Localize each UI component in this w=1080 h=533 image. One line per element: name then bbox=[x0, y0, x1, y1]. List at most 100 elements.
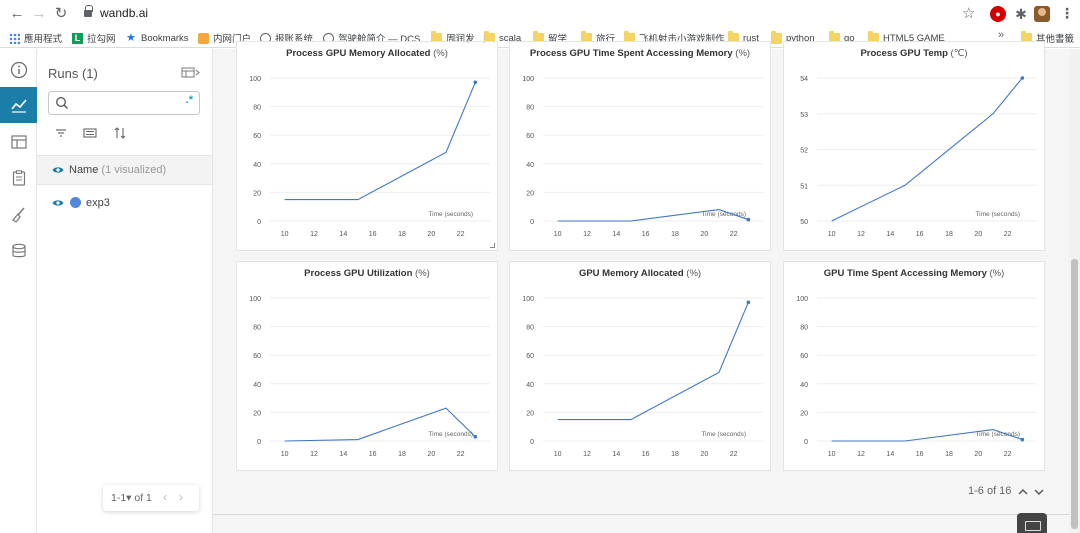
line-chart: 02040608010010 12 14 16 18 20 22Time (seconds) bbox=[249, 296, 490, 458]
series-end-point bbox=[1020, 437, 1025, 442]
x-tick-label: 14 bbox=[339, 451, 347, 458]
x-tick-label: 10 bbox=[554, 451, 562, 458]
profile-avatar[interactable] bbox=[1034, 6, 1050, 22]
runs-page-select[interactable]: 1-1▾ of 1 bbox=[111, 492, 152, 504]
chart-panel[interactable]: Process GPU Time Spent Accessing Memory … bbox=[509, 41, 771, 251]
overview-nav[interactable] bbox=[0, 52, 37, 88]
filter-icon[interactable] bbox=[54, 126, 68, 140]
run-search-box: .* bbox=[48, 91, 200, 115]
y-tick-label: 60 bbox=[253, 353, 261, 360]
x-tick-label: 10 bbox=[828, 231, 836, 238]
line-chart: 02040608010010 12 14 16 18 20 22Time (seconds) bbox=[796, 296, 1037, 458]
orange-site-icon bbox=[198, 32, 209, 44]
series-end-point bbox=[473, 80, 478, 85]
x-tick-label: 12 bbox=[857, 451, 865, 458]
series-line bbox=[284, 82, 476, 201]
url-text: wandb.ai bbox=[100, 6, 149, 20]
x-tick-label: 16 bbox=[369, 451, 377, 458]
address-bar[interactable]: wandb.ai ☆ bbox=[76, 3, 986, 25]
table-toggle-icon[interactable] bbox=[181, 67, 201, 79]
y-tick-label: 0 bbox=[530, 219, 534, 226]
sort-icon[interactable] bbox=[113, 126, 127, 140]
bookmark-lagou[interactable]: L 拉勾网 bbox=[72, 31, 116, 45]
name-header-text: Name bbox=[69, 164, 99, 176]
bookmark-apps[interactable]: 應用程式 bbox=[9, 31, 62, 45]
y-tick-label: 20 bbox=[800, 410, 808, 417]
y-tick-label: 53 bbox=[800, 112, 808, 119]
runs-next-page-button[interactable]: › bbox=[179, 490, 183, 504]
x-tick-label: 16 bbox=[916, 231, 924, 238]
bookmark-star-icon[interactable]: ☆ bbox=[962, 4, 975, 22]
panel-resize-handle[interactable] bbox=[490, 243, 495, 248]
chart-panel[interactable]: GPU Time Spent Accessing Memory (%) 0 20 4… bbox=[783, 261, 1045, 471]
group-icon[interactable] bbox=[83, 126, 97, 140]
runs-prev-page-button[interactable]: ‹ bbox=[163, 490, 167, 504]
y-tick-label: 100 bbox=[249, 296, 261, 303]
regex-toggle[interactable]: .* bbox=[186, 94, 193, 106]
run-row[interactable]: exp3 bbox=[37, 191, 212, 215]
runs-title: Runs (1) bbox=[48, 66, 98, 81]
y-tick-label: 80 bbox=[253, 105, 261, 112]
line-chart-icon bbox=[10, 99, 27, 113]
y-tick-label: 80 bbox=[526, 325, 534, 332]
chart-panel[interactable]: GPU Memory Allocated (%) 0 20 40 60 80 100 10 1… bbox=[509, 261, 771, 471]
x-tick-label: 22 bbox=[730, 231, 738, 238]
x-tick-label: 22 bbox=[1004, 231, 1012, 238]
x-tick-label: 20 bbox=[700, 231, 708, 238]
artifacts-nav[interactable] bbox=[0, 233, 37, 269]
runs-panel: Runs (1) .* Name (1 visualized) exp3 1-1… bbox=[37, 49, 213, 533]
y-tick-label: 40 bbox=[526, 382, 534, 389]
x-tick-label: 18 bbox=[398, 231, 406, 238]
line-chart: 02040608010010 12 14 16 18 20 22Time (seconds) bbox=[249, 76, 490, 238]
y-tick-label: 54 bbox=[800, 76, 808, 83]
x-tick-label: 16 bbox=[642, 231, 650, 238]
y-tick-label: 80 bbox=[526, 105, 534, 112]
x-tick-label: 14 bbox=[339, 231, 347, 238]
database-icon bbox=[11, 243, 26, 258]
y-tick-label: 20 bbox=[526, 410, 534, 417]
reload-button[interactable]: ↻ bbox=[52, 5, 70, 23]
run-color-dot[interactable] bbox=[70, 197, 81, 208]
name-header-label: Name (1 visualized) bbox=[69, 164, 166, 176]
browser-menu-icon[interactable]: ⋮ bbox=[1060, 5, 1074, 22]
y-tick-label: 20 bbox=[253, 410, 261, 417]
lock-icon bbox=[84, 5, 93, 18]
sweeps-nav[interactable] bbox=[0, 197, 37, 233]
x-tick-label: 20 bbox=[700, 451, 708, 458]
x-axis-label: Time (seconds) bbox=[428, 431, 473, 438]
chevron-up-icon[interactable] bbox=[1018, 487, 1028, 497]
y-tick-label: 40 bbox=[253, 162, 261, 169]
info-icon bbox=[10, 61, 27, 79]
chart-panel[interactable]: Process GPU Utilization (%) 0 20 40 60 80 100… bbox=[236, 261, 498, 471]
y-tick-label: 60 bbox=[253, 133, 261, 140]
chart-panel[interactable]: Process GPU Temp (℃) 50 51 52 53 54 10 12 14 16 1… bbox=[783, 41, 1045, 251]
bookmarks-overflow-button[interactable]: » bbox=[998, 29, 1004, 41]
back-button[interactable]: ← bbox=[8, 5, 26, 23]
forward-button[interactable]: → bbox=[30, 5, 48, 23]
adblock-extension-icon[interactable]: ● bbox=[990, 6, 1006, 22]
bookmark-label: 應用程式 bbox=[24, 34, 63, 45]
y-tick-label: 80 bbox=[800, 325, 808, 332]
clipboard-icon bbox=[12, 170, 25, 186]
table-nav[interactable] bbox=[0, 124, 37, 160]
chevron-down-icon[interactable] bbox=[1034, 487, 1044, 497]
charts-nav[interactable] bbox=[0, 87, 37, 123]
eye-icon[interactable] bbox=[52, 166, 64, 174]
name-column-header[interactable]: Name (1 visualized) bbox=[37, 155, 212, 185]
reports-nav[interactable] bbox=[0, 160, 37, 196]
bookmark-label: Bookmarks bbox=[141, 32, 189, 44]
series-end-point bbox=[473, 434, 478, 439]
chat-widget-button[interactable] bbox=[1017, 513, 1047, 533]
eye-icon[interactable] bbox=[52, 199, 64, 207]
series-end-point bbox=[746, 217, 751, 222]
table-icon bbox=[10, 135, 27, 149]
bookmark-bookmarks[interactable]: ★ Bookmarks bbox=[126, 31, 189, 45]
y-tick-label: 40 bbox=[800, 382, 808, 389]
run-name[interactable]: exp3 bbox=[86, 197, 110, 209]
chart-panel[interactable]: ⠿ ⤢ ⋮ Process GPU Memory Allocated (%) 0… bbox=[236, 34, 498, 251]
scrollbar-thumb[interactable] bbox=[1071, 259, 1078, 529]
extensions-puzzle-icon[interactable]: ✱ bbox=[1013, 6, 1029, 22]
main-scrollbar[interactable] bbox=[1069, 49, 1080, 533]
x-tick-label: 20 bbox=[974, 231, 982, 238]
search-input[interactable] bbox=[75, 95, 179, 111]
